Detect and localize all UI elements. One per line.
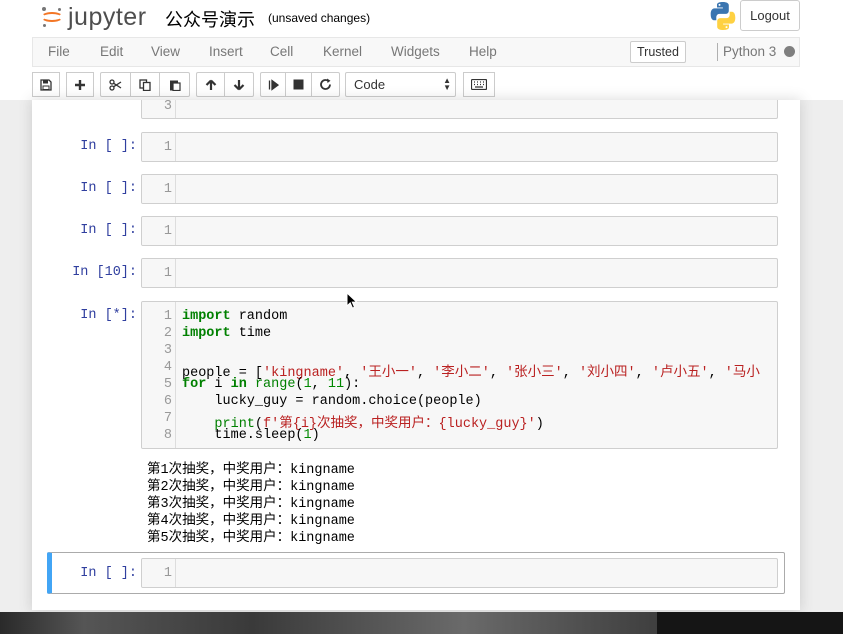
copy-icon	[139, 78, 151, 91]
save-status: (unsaved changes)	[268, 11, 371, 25]
code-cell-input[interactable]: 1	[141, 558, 778, 588]
dark-panel	[657, 612, 843, 634]
code-cell-input[interactable]: 1	[141, 216, 778, 246]
header: jupyter 公众号演示 (unsaved changes) Logout F…	[0, 0, 843, 100]
cut-button[interactable]	[100, 72, 131, 97]
code-line: for i in range(1, 11):	[182, 377, 361, 392]
line-number: 1	[163, 309, 172, 324]
menu-widgets[interactable]: Widgets	[391, 44, 440, 59]
move-down-button[interactable]	[224, 72, 254, 97]
plus-icon	[75, 79, 85, 90]
line-number: 1	[163, 266, 172, 281]
copy-button[interactable]	[130, 72, 160, 97]
arrow-up-icon	[205, 79, 216, 90]
stop-icon	[293, 79, 304, 90]
save-icon	[40, 78, 52, 91]
line-number: 7	[163, 411, 172, 426]
menu-view[interactable]: View	[151, 44, 180, 59]
line-number: 3	[163, 343, 172, 358]
code-cell-input[interactable]: 3	[141, 100, 778, 119]
menu-insert[interactable]: Insert	[209, 44, 243, 59]
desktop-background	[0, 612, 843, 634]
jupyter-orbit-icon	[40, 5, 64, 29]
code-cell-input[interactable]: 1	[141, 258, 778, 288]
trusted-indicator[interactable]: Trusted	[630, 41, 686, 63]
cell-prompt: In [ ]:	[80, 223, 137, 238]
cell-prompt: In [*]:	[80, 308, 137, 323]
select-arrows-icon: ▲ ▼	[443, 76, 451, 92]
paste-button[interactable]	[159, 72, 190, 97]
cell-prompt: In [ ]:	[80, 139, 137, 154]
line-number: 3	[163, 100, 172, 114]
restart-button[interactable]	[311, 72, 340, 97]
menu-cell[interactable]: Cell	[270, 44, 293, 59]
insert-cell-button[interactable]	[66, 72, 94, 97]
arrow-down-icon	[233, 79, 245, 90]
mouse-cursor-icon	[346, 292, 358, 309]
kernel-busy-indicator-icon	[784, 46, 795, 57]
code-cell-input[interactable]: 1	[141, 174, 778, 204]
code-cell-input[interactable]: 1	[141, 132, 778, 162]
line-number: 4	[163, 360, 172, 375]
line-number: 5	[163, 377, 172, 392]
menu-help[interactable]: Help	[469, 44, 497, 59]
cell-prompt: In [ ]:	[80, 566, 137, 581]
code-line: lucky_guy = random.choice(people)	[182, 394, 482, 409]
line-number: 1	[163, 566, 172, 581]
code-cell-input[interactable]: 1 2 3 4 5 6 7 8 import random import tim…	[141, 301, 778, 449]
cut-icon	[109, 78, 122, 91]
output-line: 第5次抽奖，中奖用户：kingname	[147, 531, 355, 546]
save-button[interactable]	[32, 72, 60, 97]
jupyter-logo-text: jupyter	[68, 2, 147, 31]
line-number: 6	[163, 394, 172, 409]
restart-icon	[320, 78, 331, 90]
code-line: import time	[182, 326, 272, 341]
menu-edit[interactable]: Edit	[100, 44, 123, 59]
menu-kernel[interactable]: Kernel	[323, 44, 362, 59]
run-button[interactable]	[260, 72, 286, 97]
code-line: import random	[182, 309, 288, 324]
code-line: time.sleep(1)	[182, 428, 320, 443]
line-number: 1	[163, 140, 172, 155]
line-number: 8	[163, 428, 172, 443]
cell-type-select[interactable]: Code ▲ ▼	[345, 72, 456, 97]
keyboard-icon	[471, 79, 487, 90]
notebook-container: 3 In [ ]: 1 In [ ]: 1 In [ ]: 1 In [10]:…	[32, 100, 800, 610]
command-palette-button[interactable]	[463, 72, 495, 97]
menu-file[interactable]: File	[48, 44, 70, 59]
cell-prompt: In [ ]:	[80, 181, 137, 196]
notebook-title[interactable]: 公众号演示	[165, 6, 255, 32]
kernel-separator	[717, 43, 718, 61]
python-logo-icon	[710, 2, 736, 30]
line-number: 2	[163, 326, 172, 341]
interrupt-button[interactable]	[285, 72, 312, 97]
cell-type-value: Code	[354, 77, 386, 92]
menubar: File Edit View Insert Cell Kernel Widget…	[32, 37, 800, 67]
kernel-name: Python 3	[723, 44, 777, 59]
paste-icon	[169, 80, 181, 91]
line-number: 1	[163, 182, 172, 197]
logout-button[interactable]: Logout	[740, 0, 800, 31]
move-up-button[interactable]	[196, 72, 225, 97]
run-step-icon	[268, 78, 279, 91]
jupyter-logo[interactable]: jupyter	[40, 0, 147, 34]
line-number: 1	[163, 224, 172, 239]
cell-prompt: In [10]:	[72, 265, 137, 280]
